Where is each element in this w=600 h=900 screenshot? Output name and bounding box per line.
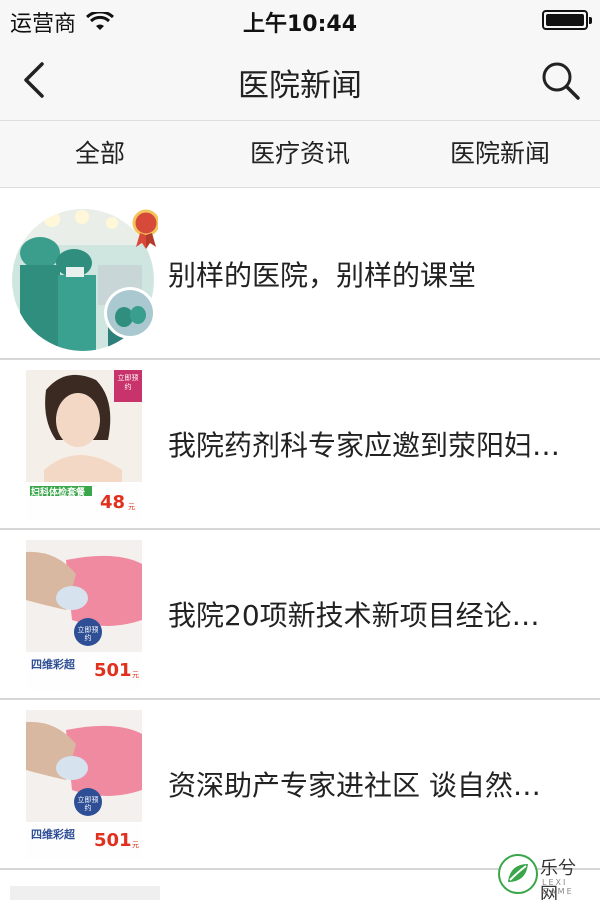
promo-price-unit: 元 [132,841,139,849]
news-item[interactable]: 立即预约 四维彩超 501 元 我院20项新技术新项目经论… [0,530,600,700]
news-item[interactable]: 立即预约 妇科体检套餐 48 元 我院药剂科专家应邀到荥阳妇… [0,360,600,530]
category-tabs: 全部 医疗资讯 医院新闻 [0,120,600,188]
news-title: 资深助产专家进社区 谈自然… [168,700,590,868]
promo-price: 48 [100,492,126,513]
promo-price: 501 [94,660,132,681]
news-thumbnail: 立即预约 四维彩超 501 元 [26,540,142,690]
leaf-icon [498,854,538,894]
promo-tag: 立即预约 [77,626,99,642]
watermark-subtext: LEXI GAME [542,878,574,896]
news-title-text: 别样的医院，别样的课堂 [168,258,477,292]
news-title: 别样的医院，别样的课堂 [168,189,590,358]
nav-bar: 医院新闻 [0,40,600,120]
next-item-thumbnail [10,886,160,900]
tab-medical-info[interactable]: 医疗资讯 [200,121,400,187]
tab-all[interactable]: 全部 [0,121,200,187]
promo-caption: 四维彩超 [31,658,75,671]
watermark-logo: 乐兮网 LEXI GAME [498,852,590,900]
news-thumbnail: 立即预约 四维彩超 501 元 [26,710,142,860]
promo-tag: 立即预约 [77,796,99,812]
news-title-text: 我院药剂科专家应邀到荥阳妇… [168,429,561,462]
news-title: 我院20项新技术新项目经论… [168,530,590,698]
promo-price: 501 [94,830,132,851]
battery-icon [542,10,592,30]
news-title: 我院药剂科专家应邀到荥阳妇… [168,360,590,528]
page-title: 医院新闻 [238,68,362,104]
news-title-text: 我院20项新技术新项目经论… [168,599,540,632]
promo-caption: 四维彩超 [31,828,75,841]
search-icon[interactable] [538,58,582,102]
news-item[interactable]: 立即预约 四维彩超 501 元 资深助产专家进社区 谈自然… [0,700,600,870]
battery-level [546,14,584,26]
news-title-text: 资深助产专家进社区 谈自然… [168,769,541,802]
status-time: 上午10:44 [242,12,358,37]
news-thumbnail [12,209,158,351]
news-thumbnail: 立即预约 妇科体检套餐 48 元 [26,370,142,520]
promo-price-unit: 元 [128,503,135,511]
tab-hospital-news[interactable]: 医院新闻 [400,121,600,187]
status-bar: 运营商 上午10:44 [0,0,600,40]
news-list: 别样的医院，别样的课堂 立即预约 妇科体检套餐 48 元 我院药剂科专家应邀到荥… [0,189,600,870]
news-item[interactable]: 别样的医院，别样的课堂 [0,189,600,360]
promo-price-unit: 元 [132,671,139,679]
promo-tag: 立即预约 [117,374,139,391]
promo-caption: 妇科体检套餐 [31,488,86,498]
